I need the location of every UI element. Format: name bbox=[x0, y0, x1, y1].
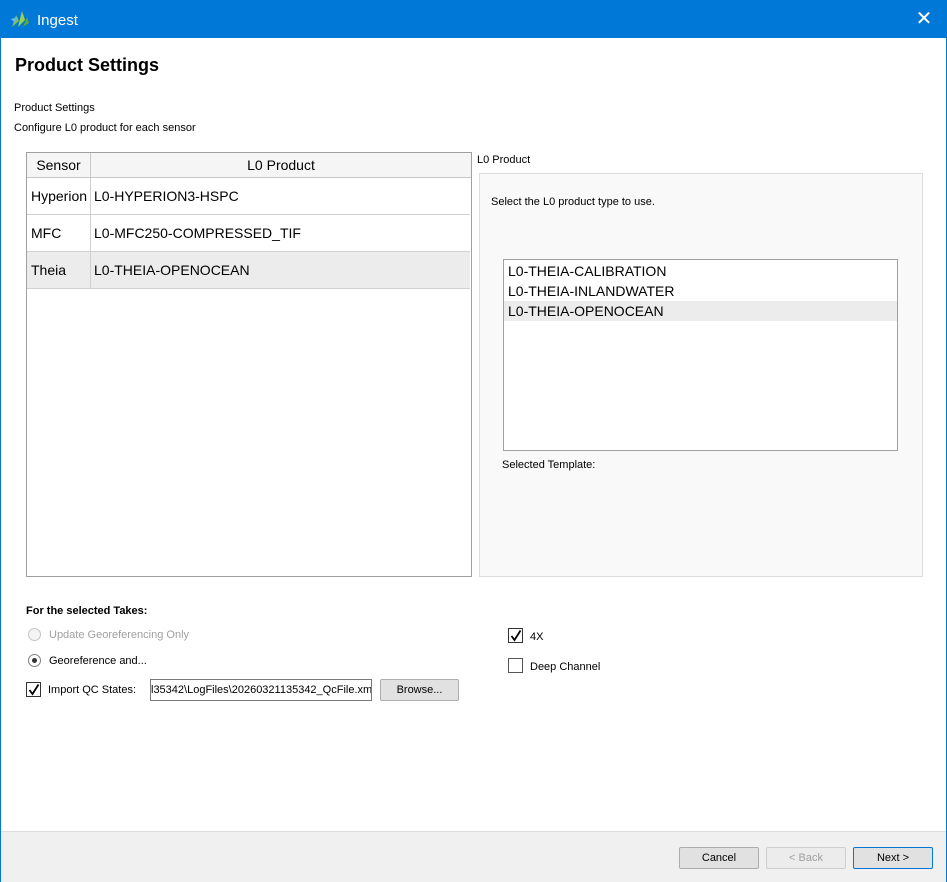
deep-channel-checkbox[interactable] bbox=[508, 658, 523, 673]
update-georef-label: Update Georeferencing Only bbox=[49, 629, 190, 641]
sensor-cell: Hyperion bbox=[27, 178, 91, 214]
checkmark-icon bbox=[28, 684, 40, 696]
selected-template-label: Selected Template: bbox=[502, 459, 596, 471]
product-cell: L0-THEIA-OPENOCEAN bbox=[94, 262, 250, 278]
sensor-cell: MFC bbox=[27, 215, 91, 251]
sensor-product-table[interactable]: Sensor L0 Product Hyperion L0-HYPERION3-… bbox=[26, 152, 472, 577]
window-title: Ingest bbox=[37, 12, 78, 29]
deep-channel-label: Deep Channel bbox=[530, 661, 601, 673]
sensor-cell: Theia bbox=[27, 252, 91, 288]
ingest-window: Ingest ✕ Product Settings Product Settin… bbox=[0, 0, 947, 882]
import-qc-checkbox[interactable] bbox=[26, 682, 41, 697]
table-header: Sensor L0 Product bbox=[27, 153, 471, 178]
list-item[interactable]: L0-THEIA-CALIBRATION bbox=[504, 261, 897, 281]
l0-product-group-label: L0 Product bbox=[477, 154, 531, 166]
column-header-l0-product[interactable]: L0 Product bbox=[91, 153, 471, 177]
product-cell: L0-HYPERION3-HSPC bbox=[94, 188, 239, 204]
page-subtitle: Product Settings bbox=[14, 102, 95, 114]
title-bar: Ingest ✕ bbox=[1, 1, 946, 38]
table-row[interactable]: MFC L0-MFC250-COMPRESSED_TIF bbox=[27, 215, 470, 252]
next-button[interactable]: Next > bbox=[853, 847, 933, 869]
cancel-button[interactable]: Cancel bbox=[679, 847, 759, 869]
page-title: Product Settings bbox=[15, 55, 160, 75]
l0-product-list[interactable]: L0-THEIA-CALIBRATION L0-THEIA-INLANDWATE… bbox=[503, 259, 898, 451]
column-header-sensor[interactable]: Sensor bbox=[27, 153, 91, 177]
list-item[interactable]: L0-THEIA-INLANDWATER bbox=[504, 281, 897, 301]
table-row-selected[interactable]: Theia L0-THEIA-OPENOCEAN bbox=[27, 252, 470, 289]
table-row[interactable]: Hyperion L0-HYPERION3-HSPC bbox=[27, 178, 470, 215]
checkmark-icon bbox=[510, 630, 522, 642]
fourx-checkbox[interactable] bbox=[508, 628, 523, 643]
import-qc-label: Import QC States: bbox=[48, 684, 137, 696]
selected-takes-label: For the selected Takes: bbox=[26, 605, 148, 617]
ingest-logo-icon bbox=[10, 9, 30, 29]
fourx-label: 4X bbox=[530, 631, 544, 643]
l0-product-description: Select the L0 product type to use. bbox=[491, 196, 655, 208]
list-item-selected[interactable]: L0-THEIA-OPENOCEAN bbox=[504, 301, 897, 321]
product-cell: L0-MFC250-COMPRESSED_TIF bbox=[94, 225, 301, 241]
update-georef-radio[interactable] bbox=[28, 628, 41, 641]
radio-selected-icon bbox=[32, 658, 37, 663]
close-icon[interactable]: ✕ bbox=[912, 7, 936, 31]
georeference-label: Georeference and... bbox=[49, 655, 147, 667]
qc-file-path-input[interactable]: l35342\LogFiles\20260321135342_QcFile.xm… bbox=[150, 679, 372, 701]
georeference-radio[interactable] bbox=[28, 654, 41, 667]
page-description: Configure L0 product for each sensor bbox=[14, 122, 196, 134]
wizard-footer: Cancel < Back Next > bbox=[1, 831, 946, 882]
back-button[interactable]: < Back bbox=[766, 847, 846, 869]
browse-button[interactable]: Browse... bbox=[380, 679, 459, 701]
